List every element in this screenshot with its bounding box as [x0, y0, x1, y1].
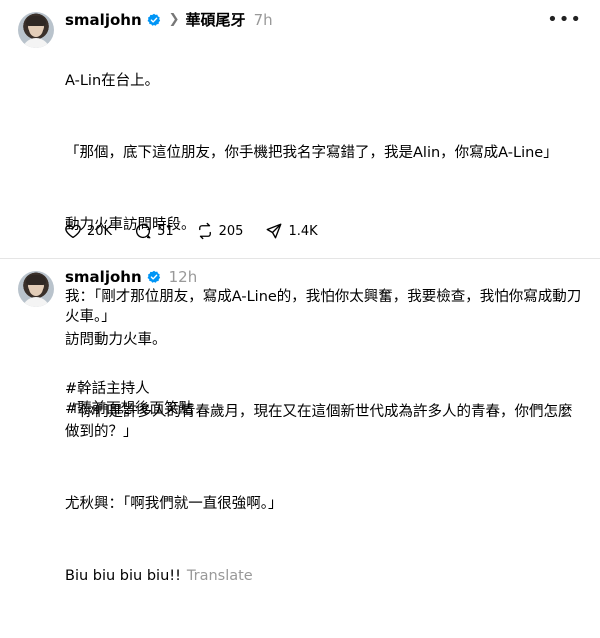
thread-post-1: smaljohn ❯ 華碩尾牙 7h ••• A-Lin在台上。 「那個，底下這…	[0, 0, 600, 417]
post-header: smaljohn ❯ 華碩尾牙 7h	[65, 9, 273, 30]
username[interactable]: smaljohn	[65, 11, 142, 29]
repost-count: 205	[218, 223, 244, 239]
avatar[interactable]	[18, 12, 54, 48]
repost-button[interactable]: 205	[196, 222, 244, 240]
post-body: 訪問動力火車。 「你們是許多人的青春歲月，現在又在這個新世代成為許多人的青春，你…	[65, 290, 575, 638]
share-count: 1.4K	[288, 223, 318, 239]
post-paragraph: A-Lin在台上。	[65, 73, 160, 89]
like-button[interactable]: 20K	[64, 222, 112, 240]
translate-link[interactable]: Translate	[187, 568, 253, 584]
post-header: smaljohn 12h	[65, 268, 197, 286]
thread-post-2: smaljohn 12h 訪問動力火車。 「你們是許多人的青春歲月，現在又在這個…	[0, 259, 600, 584]
repost-icon	[198, 222, 211, 240]
verified-icon	[147, 270, 160, 283]
post-paragraph: 「你們是許多人的青春歲月，現在又在這個新世代成為許多人的青春，你們怎麼做到的？」	[65, 404, 573, 440]
post-paragraph: 「那個，底下這位朋友，你手機把我名字寫錯了，我是Alin，你寫成A-Line」	[65, 145, 558, 161]
like-count: 20K	[87, 223, 113, 239]
timestamp[interactable]: 12h	[169, 268, 198, 286]
parent-thread-name[interactable]: 華碩尾牙	[186, 9, 246, 30]
verified-icon	[147, 13, 160, 26]
post-paragraph: 訪問動力火車。	[65, 332, 167, 348]
post-last-line: Biu biu biu biu!! Translate	[65, 566, 575, 586]
reply-count: 51	[157, 223, 174, 239]
post-paragraph: 尤秋興：「啊我們就一直很強啊。」	[65, 496, 283, 512]
username[interactable]: smaljohn	[65, 268, 142, 286]
more-icon[interactable]: •••	[547, 9, 582, 30]
chevron-right-icon: ❯	[168, 12, 180, 27]
avatar[interactable]	[18, 271, 54, 307]
heart-icon	[65, 224, 81, 239]
share-button[interactable]: 1.4K	[265, 222, 318, 240]
comment-icon	[136, 223, 151, 239]
post-actions: 20K 51 205 1.4K	[64, 222, 340, 240]
share-icon	[267, 223, 282, 239]
reply-button[interactable]: 51	[134, 222, 174, 240]
timestamp[interactable]: 7h	[254, 11, 273, 29]
post-paragraph: Biu biu biu biu!!	[65, 568, 181, 584]
